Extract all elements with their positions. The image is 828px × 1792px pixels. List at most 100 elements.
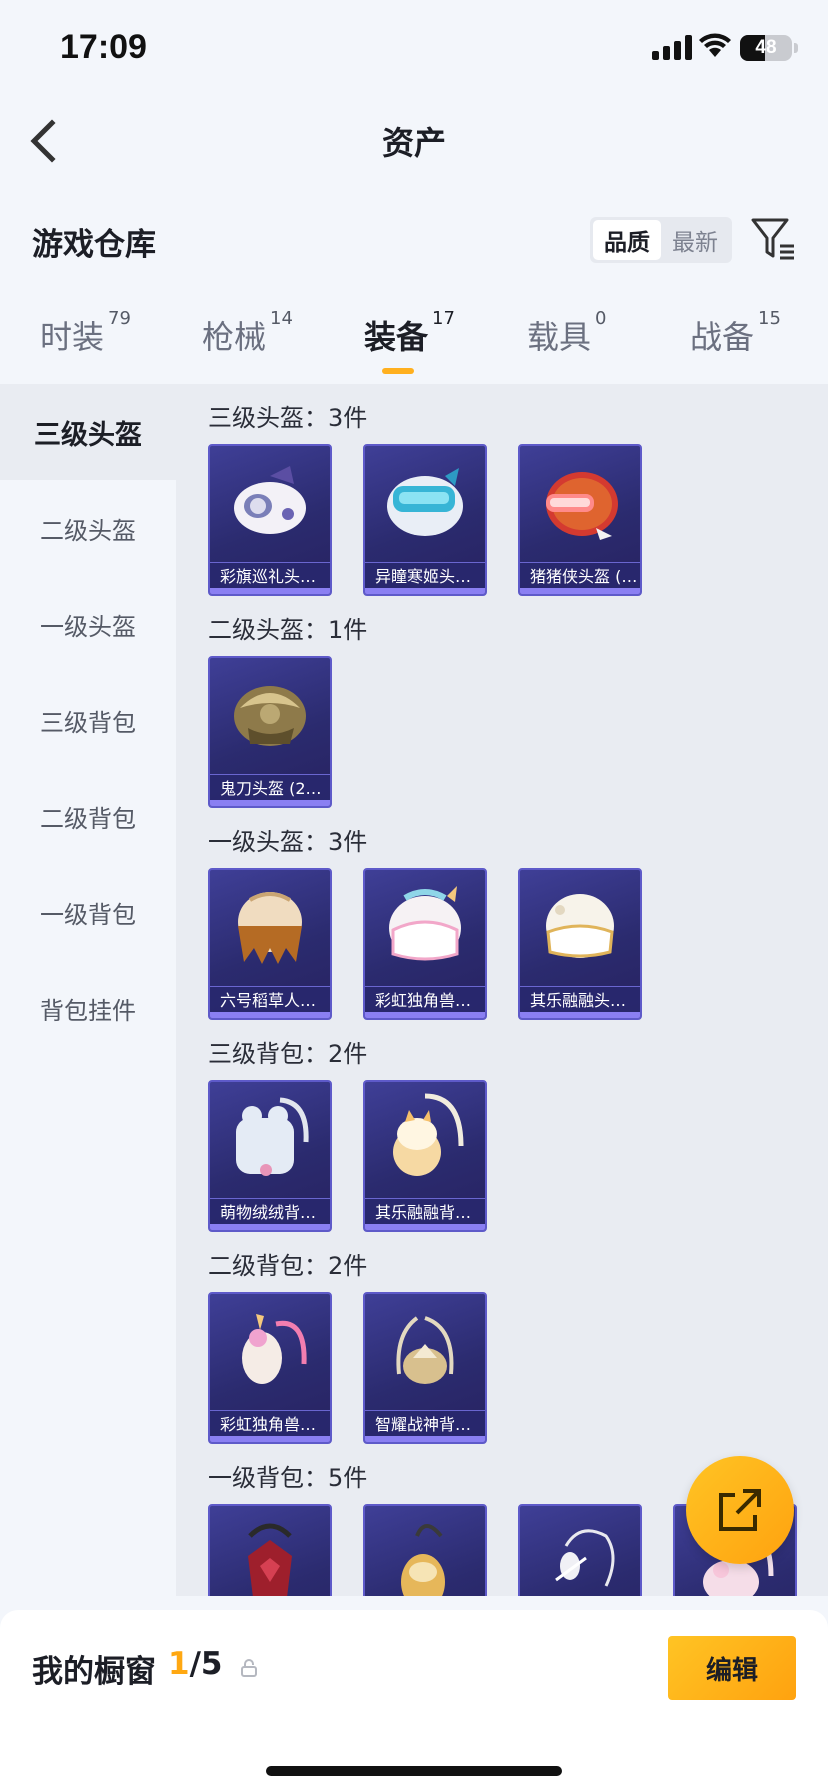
item-card[interactable]: 六号稻草人… [208,868,332,1020]
item-grid: 三级头盔：3件 彩旗巡礼头… 异瞳寒姬头… 猪猪侠头盔 (… 二级头盔：1件 鬼… [176,384,828,1596]
rarity-bar [365,1012,485,1018]
showcase-total: /5 [189,1646,223,1682]
wifi-icon [699,33,731,57]
warehouse-title: 游戏仓库 [32,227,156,263]
sidebar-item-level1-helmet[interactable]: 一级头盔 [0,576,176,672]
group-title: 二级头盔：1件 [208,616,368,644]
status-bar: 17:09 48 [0,0,828,100]
rarity-bar [520,588,640,594]
sidebar-item-level3-backpack[interactable]: 三级背包 [0,672,176,768]
item-card[interactable] [518,1504,642,1596]
edit-button[interactable]: 编辑 [668,1636,796,1700]
owl-backpack-icon [401,1524,445,1596]
category-tabs: 时装 79 枪械 14 装备 17 载具 0 战备 15 [0,308,828,376]
white-helmet-icon [546,894,614,958]
group-title: 三级背包：2件 [208,1040,368,1068]
sort-newest-option[interactable]: 最新 [661,220,729,260]
cyber-helmet-icon [387,468,463,536]
sidebar-item-backpack-charm[interactable]: 背包挂件 [0,960,176,1056]
tab-supplies[interactable]: 战备 15 [690,308,781,358]
share-button[interactable] [686,1456,794,1564]
red-backpack-icon [248,1523,292,1596]
item-name: 异瞳寒姬头… [365,562,485,590]
tab-count: 15 [758,308,781,329]
rarity-bar [210,800,330,806]
rarity-bar [520,1012,640,1018]
home-indicator[interactable] [266,1766,562,1776]
item-card[interactable]: 其乐融融头… [518,868,642,1020]
item-card[interactable]: 彩虹独角兽… [363,868,487,1020]
category-sidebar: 三级头盔 二级头盔 一级头盔 三级背包 二级背包 一级背包 背包挂件 [0,384,176,1596]
cellular-signal-icon [652,34,692,60]
showcase-bar: 我的橱窗 1/5 编辑 [0,1610,828,1792]
tab-count: 79 [108,308,131,329]
group-title: 二级背包：2件 [208,1252,368,1280]
sort-quality-option[interactable]: 品质 [593,220,661,260]
filter-button[interactable] [750,216,796,262]
rarity-bar [210,588,330,594]
tab-label: 载具 [527,318,592,356]
group-title: 三级头盔：3件 [208,404,368,432]
battery-icon: 48 [740,35,792,61]
group-title: 一级背包：5件 [208,1464,368,1492]
sidebar-item-level3-helmet[interactable]: 三级头盔 [0,384,176,480]
tab-indicator [382,368,414,374]
item-name: 萌物绒绒背… [210,1198,330,1226]
sidebar-item-level1-backpack[interactable]: 一级背包 [0,864,176,960]
item-card[interactable]: 鬼刀头盔 (2… [208,656,332,808]
item-name: 鬼刀头盔 (2… [210,774,330,802]
unicorn-backpack-icon [242,1314,307,1384]
rarity-bar [365,588,485,594]
tab-firearms[interactable]: 枪械 14 [202,308,293,358]
item-card[interactable]: 智耀战神背… [363,1292,487,1444]
battery-percent: 48 [755,37,777,58]
rarity-bar [210,1436,330,1442]
warrior-backpack-icon [396,1316,454,1384]
item-name: 彩虹独角兽… [210,1410,330,1438]
rarity-bar [365,1436,485,1442]
tab-count: 17 [432,308,455,329]
showcase-count: 1/5 [168,1646,222,1682]
battery-tip [794,43,798,53]
page-title: 资产 [381,124,446,162]
rarity-bar [210,1224,330,1230]
item-card[interactable]: 其乐融融背… [363,1080,487,1232]
item-card[interactable]: 彩旗巡礼头… [208,444,332,596]
tab-label: 战备 [690,318,755,356]
showcase-label: 我的橱窗 [32,1654,156,1690]
share-icon [719,1489,761,1531]
item-card[interactable]: 猪猪侠头盔 (… [518,444,642,596]
item-card[interactable]: 萌物绒绒背… [208,1080,332,1232]
cat-backpack-icon [393,1093,464,1176]
sidebar-item-level2-helmet[interactable]: 二级头盔 [0,480,176,576]
tab-vehicles[interactable]: 载具 0 [527,308,606,358]
unicorn-helmet-icon [389,886,461,961]
sort-toggle: 品质 最新 [590,217,732,263]
item-card[interactable]: 异瞳寒姬头… [363,444,487,596]
rarity-bar [210,1012,330,1018]
sidebar-item-level2-backpack[interactable]: 二级背包 [0,768,176,864]
item-name: 彩虹独角兽… [365,986,485,1014]
item-card[interactable] [363,1504,487,1596]
item-card[interactable] [208,1504,332,1596]
status-time: 17:09 [60,28,147,66]
plush-backpack-icon [236,1097,309,1176]
gold-helmet-icon [234,686,306,746]
rarity-bar [365,1224,485,1230]
item-name: 猪猪侠头盔 (… [520,562,640,590]
tab-label: 枪械 [202,318,267,356]
tab-equipment[interactable]: 装备 17 [364,308,455,358]
tab-fashion[interactable]: 时装 79 [40,308,131,358]
group-title: 一级头盔：3件 [208,828,368,856]
item-name: 其乐融融背… [365,1198,485,1226]
item-card[interactable]: 彩虹独角兽… [208,1292,332,1444]
filter-icon [751,218,794,260]
cow-helmet-icon [234,466,306,534]
showcase-current: 1 [168,1646,190,1682]
item-name: 六号稻草人… [210,986,330,1014]
pig-helmet-icon [546,472,618,540]
item-name: 其乐融融头… [520,986,640,1014]
lock-icon [241,1659,257,1677]
tab-count: 0 [595,308,607,329]
tab-label: 装备 [364,318,429,356]
